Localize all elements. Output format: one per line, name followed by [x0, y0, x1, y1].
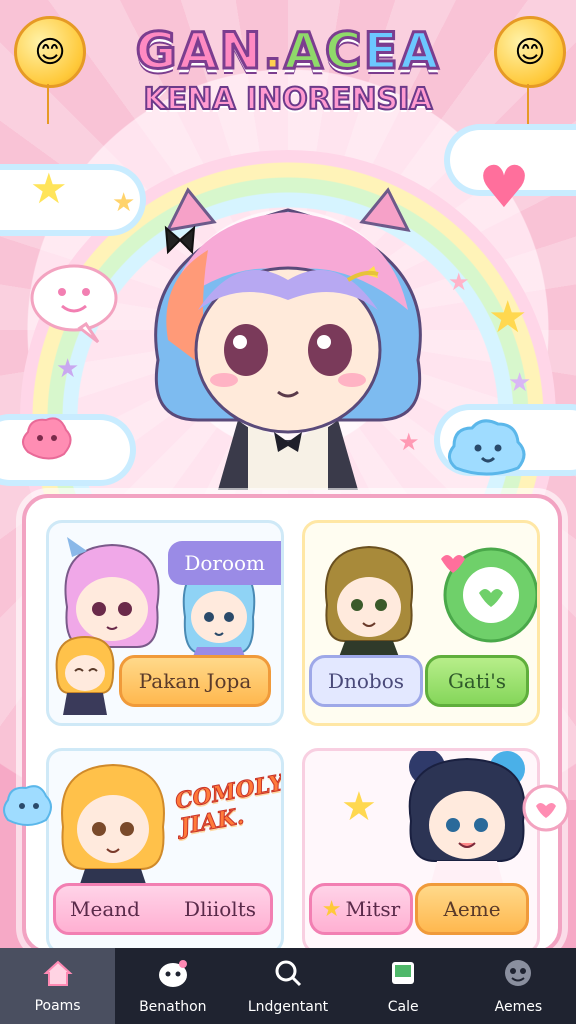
character-card-1[interactable]: Doroom Pakan Jopa: [46, 520, 284, 726]
profile-icon: [502, 958, 534, 993]
blonde-hair-chibi: [61, 763, 165, 887]
hero-chibi-character: [154, 187, 422, 490]
card-4-left-label: Mitsr: [345, 897, 401, 921]
nav-label: Lndgentant: [247, 998, 329, 1015]
card-icon: [388, 958, 418, 993]
home-icon: [43, 959, 73, 992]
character-card-3[interactable]: COMOLY JIAK. Meand Dliiolts: [46, 748, 284, 954]
card-4-right-button[interactable]: Aeme: [415, 883, 529, 935]
app-title: GAN.ACEA: [0, 21, 576, 82]
card-2-left-button[interactable]: Dnobos: [309, 655, 423, 707]
pink-cloud-creature-icon: [22, 417, 72, 460]
app-subtitle: KENA INORENSIA: [143, 81, 434, 118]
card-3-right-label: Dliiolts: [184, 897, 256, 921]
content-panel: Doroom Pakan Jopa Dnobos Gati's COMOLY J…: [22, 494, 562, 954]
card-4-left-button[interactable]: ★ Mitsr: [309, 883, 413, 935]
nav-item-lndgentant[interactable]: Lndgentant: [230, 948, 345, 1024]
title-part: GAN: [134, 21, 264, 82]
speech-bubble-icon: [30, 264, 118, 344]
bottom-navigation: Poams Benathon Lndgentant Cale Aemes: [0, 948, 576, 1024]
nav-label: Poams: [34, 997, 81, 1014]
nav-item-cale[interactable]: Cale: [346, 948, 461, 1024]
character-card-4[interactable]: ★ ★ Mitsr Aeme: [302, 748, 540, 954]
star-icon: ★: [488, 292, 528, 343]
comedy-banner-text: COMOLY JIAK.: [173, 769, 284, 841]
star-icon: ★: [321, 896, 342, 922]
nav-label: Cale: [387, 998, 419, 1015]
star-icon: ★: [341, 784, 377, 830]
nav-label: Benathon: [139, 998, 207, 1015]
blue-cloud-creature-icon: [448, 419, 526, 476]
brown-hair-chibi: [324, 545, 414, 657]
blue-creature-icon: [3, 785, 52, 826]
card-3-left-label: Meand: [70, 897, 140, 921]
navy-hair-chibi: [408, 751, 526, 883]
star-icon: ★: [30, 164, 68, 213]
star-icon: ★: [56, 354, 80, 384]
nav-item-aemes[interactable]: Aemes: [461, 948, 576, 1024]
card-tag[interactable]: Doroom: [168, 541, 281, 585]
orange-hair-chibi: [55, 635, 115, 715]
character-card-2[interactable]: Dnobos Gati's: [302, 520, 540, 726]
heart-chat-bubble-icon: [441, 547, 537, 643]
star-icon: ★: [448, 268, 470, 296]
nav-item-poams[interactable]: Poams: [0, 948, 116, 1024]
mascot-icon: [156, 958, 190, 993]
title-part: AC: [283, 21, 364, 82]
card-2-right-button[interactable]: Gati's: [425, 655, 529, 707]
heart-icon: ♥: [478, 153, 530, 221]
star-icon: ★: [508, 368, 532, 398]
title-part: .: [262, 21, 285, 82]
title-part: EA: [362, 21, 441, 82]
title-block: GAN.ACEA KENA INORENSIA: [0, 21, 576, 119]
search-icon: [273, 958, 303, 993]
nav-item-benathon[interactable]: Benathon: [115, 948, 230, 1024]
heart-bubble-icon: [522, 784, 570, 832]
card-3-button[interactable]: Meand Dliiolts: [53, 883, 273, 935]
card-1-button[interactable]: Pakan Jopa: [119, 655, 271, 707]
nav-label: Aemes: [494, 998, 543, 1015]
